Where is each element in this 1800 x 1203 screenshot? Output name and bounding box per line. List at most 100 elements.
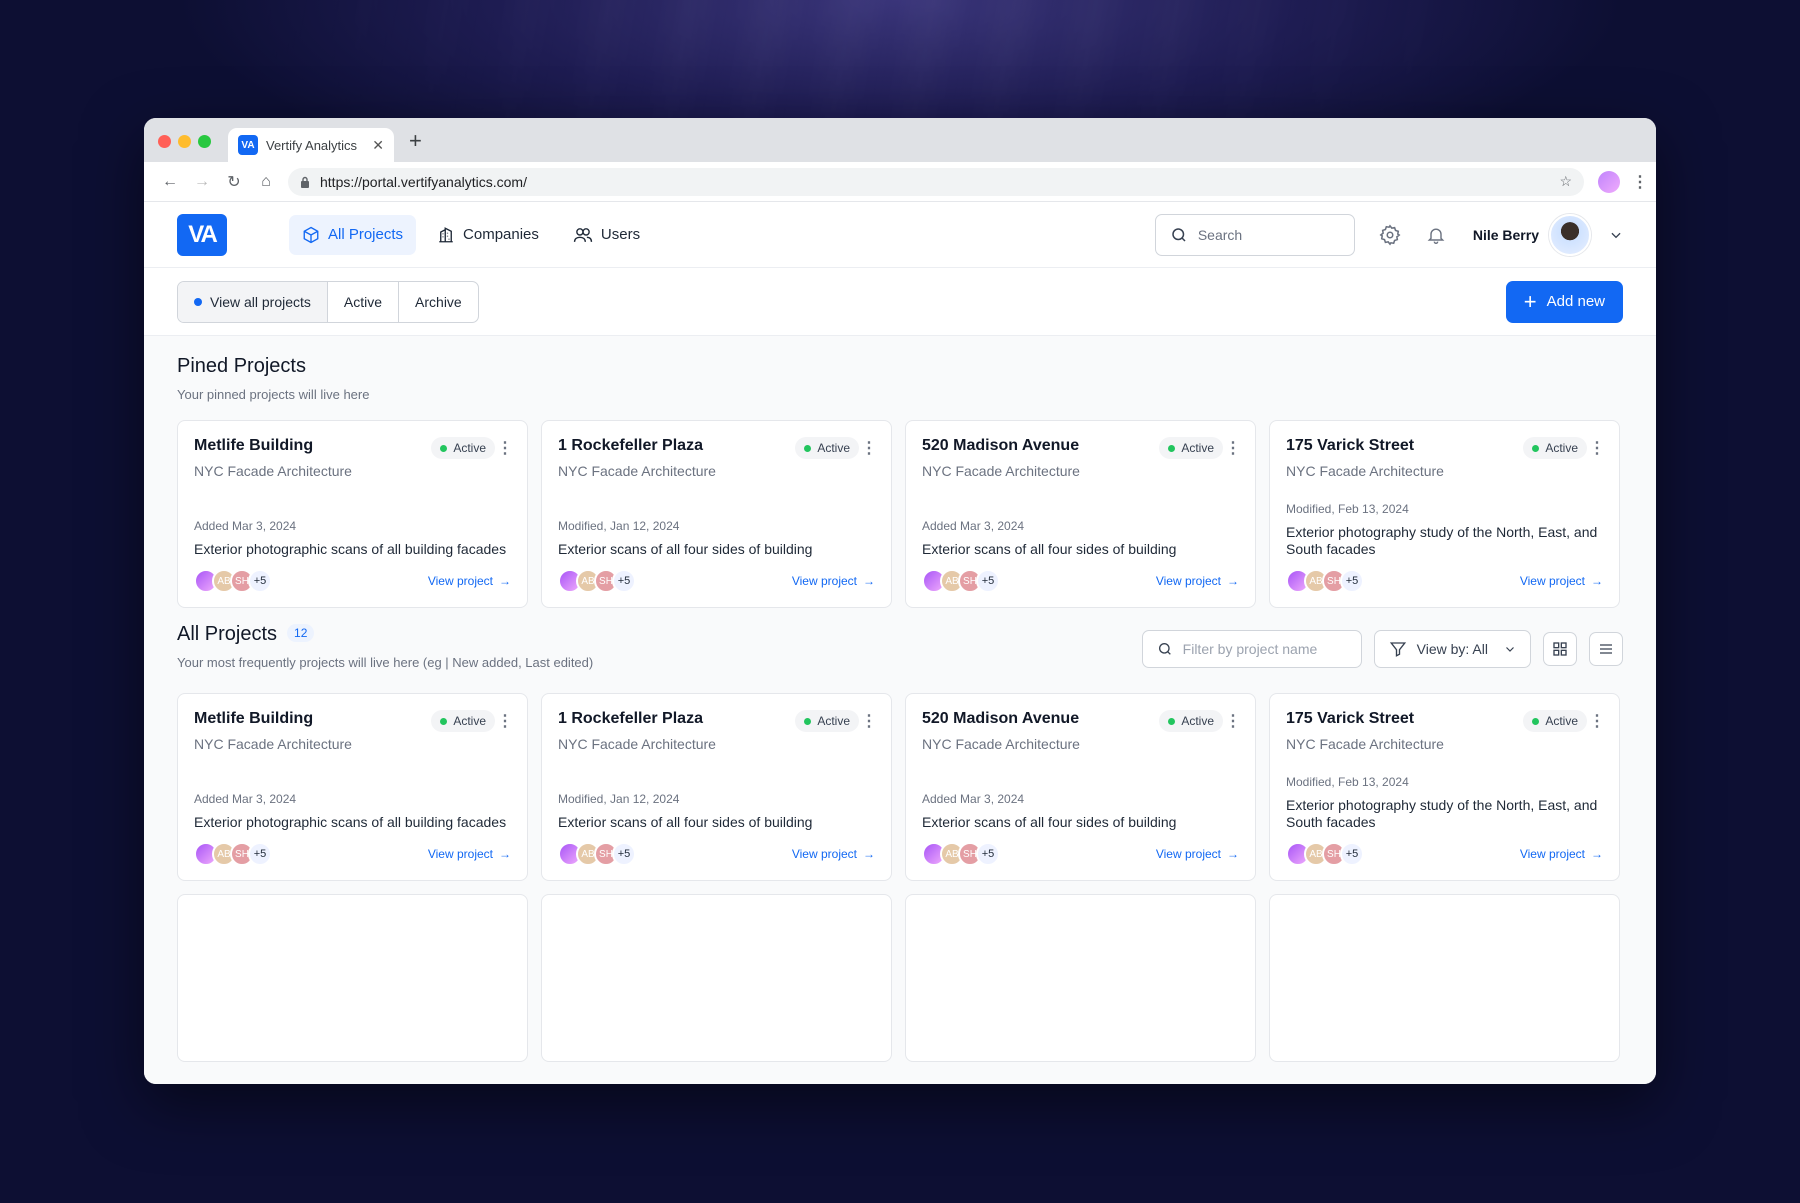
view-project-label: View project <box>791 847 857 861</box>
minimize-window-dot[interactable] <box>178 135 191 148</box>
status-label: Active <box>1181 441 1214 455</box>
app-header: VA All Projects Companies Users Search N… <box>144 202 1656 268</box>
close-window-dot[interactable] <box>158 135 171 148</box>
card-more-menu-icon[interactable]: ⋮ <box>497 711 513 731</box>
home-icon[interactable]: ⌂ <box>250 173 282 191</box>
company-name: NYC Facade Architecture <box>1286 736 1444 752</box>
user-avatar <box>1549 213 1591 256</box>
view-project-link[interactable]: View project → <box>792 847 875 861</box>
status-dot <box>804 717 812 725</box>
view-project-link[interactable]: View project → <box>1520 574 1603 588</box>
bookmark-star-icon[interactable]: ☆ <box>1559 173 1572 190</box>
status-label: Active <box>1545 714 1578 728</box>
view-by-dropdown[interactable]: View by: All <box>1373 630 1531 668</box>
view-project-label: View project <box>427 574 493 588</box>
card-meta: Added Mar 3, 2024 Exterior scans of all … <box>922 519 1239 558</box>
search-icon <box>1158 643 1171 655</box>
nav-label: Users <box>600 226 641 243</box>
card-more-menu-icon[interactable]: ⋮ <box>861 438 877 458</box>
card-more-menu-icon[interactable]: ⋮ <box>1589 711 1605 731</box>
tab-label: View all projects <box>210 293 311 310</box>
view-project-link[interactable]: View project → <box>428 847 511 861</box>
status-label: Active <box>817 441 850 455</box>
chevron-down-icon <box>1611 232 1621 238</box>
card-more-menu-icon[interactable]: ⋮ <box>1225 438 1241 458</box>
view-project-link[interactable]: View project → <box>792 574 875 588</box>
view-project-link[interactable]: View project → <box>1156 847 1239 861</box>
maximize-window-dot[interactable] <box>198 135 211 148</box>
tab-active[interactable]: Active <box>328 281 400 322</box>
project-card[interactable]: 520 Madison Avenue NYC Facade Architectu… <box>905 420 1256 608</box>
nav-users[interactable]: Users <box>560 215 653 255</box>
status-dot <box>1168 444 1176 452</box>
card-more-menu-icon[interactable]: ⋮ <box>497 438 513 458</box>
reload-icon[interactable]: ↻ <box>218 172 250 192</box>
project-description: Exterior scans of all four sides of buil… <box>558 541 813 557</box>
status-badge: Active <box>431 710 495 732</box>
nav-companies[interactable]: Companies <box>424 215 552 255</box>
card-more-menu-icon[interactable]: ⋮ <box>861 711 877 731</box>
status-label: Active <box>1545 441 1578 455</box>
add-new-label: Add new <box>1546 293 1605 310</box>
card-footer: AB SH +5 View project → <box>922 842 1239 866</box>
company-name: NYC Facade Architecture <box>1286 463 1444 479</box>
project-date: Added Mar 3, 2024 <box>922 519 1025 533</box>
close-tab-icon[interactable]: ✕ <box>372 137 384 154</box>
project-filters: Filter by project name View by: All <box>1141 630 1623 668</box>
status-dot <box>440 717 448 725</box>
app-logo[interactable]: VA <box>177 213 227 256</box>
project-card[interactable]: 175 Varick Street NYC Facade Architectur… <box>1269 420 1620 608</box>
project-card[interactable]: 520 Madison Avenue NYC Facade Architectu… <box>905 693 1256 881</box>
project-card[interactable]: 1 Rockefeller Plaza NYC Facade Architect… <box>541 693 892 881</box>
empty-project-card <box>1269 894 1620 1062</box>
building-icon <box>439 226 453 242</box>
list-view-button[interactable] <box>1589 632 1623 666</box>
tab-label: Archive <box>415 293 462 310</box>
main-nav: All Projects Companies Users <box>289 214 653 255</box>
forward-icon[interactable]: → <box>186 173 218 191</box>
user-menu[interactable]: Nile Berry <box>1473 213 1623 256</box>
card-footer: AB SH +5 View project → <box>194 842 511 866</box>
view-project-link[interactable]: View project → <box>1520 847 1603 861</box>
back-icon[interactable]: ← <box>154 173 186 191</box>
search-box[interactable]: Search <box>1154 213 1355 256</box>
project-card[interactable]: Metlife Building NYC Facade Architecture… <box>177 420 528 608</box>
filter-project-input[interactable]: Filter by project name <box>1141 630 1362 668</box>
project-card[interactable]: Metlife Building NYC Facade Architecture… <box>177 693 528 881</box>
project-card[interactable]: 175 Varick Street NYC Facade Architectur… <box>1269 693 1620 881</box>
more-members-count: +5 <box>1340 842 1364 866</box>
grid-view-button[interactable] <box>1543 632 1577 666</box>
nav-all-projects[interactable]: All Projects <box>289 214 417 255</box>
project-description: Exterior photographic scans of all build… <box>194 814 507 830</box>
company-name: NYC Facade Architecture <box>194 463 352 479</box>
view-project-link[interactable]: View project → <box>428 574 511 588</box>
more-members-count: +5 <box>976 569 1000 593</box>
card-more-menu-icon[interactable]: ⋮ <box>1225 711 1241 731</box>
tab-archive[interactable]: Archive <box>399 282 478 322</box>
project-description: Exterior scans of all four sides of buil… <box>922 814 1177 830</box>
status-badge: Active <box>1159 437 1223 459</box>
url-field[interactable]: https://portal.vertifyanalytics.com/ ☆ <box>288 167 1584 196</box>
project-card[interactable]: 1 Rockefeller Plaza NYC Facade Architect… <box>541 420 892 608</box>
all-projects-subtitle: Your most frequently projects will live … <box>177 655 594 670</box>
settings-button[interactable] <box>1367 224 1413 246</box>
card-meta: Modified, Feb 13, 2024 Exterior photogra… <box>1286 502 1603 558</box>
new-tab-icon[interactable]: + <box>409 128 422 154</box>
add-new-button[interactable]: + Add new <box>1505 280 1623 323</box>
notifications-button[interactable] <box>1413 224 1459 246</box>
project-count-badge: 12 <box>287 624 315 642</box>
empty-project-card <box>541 894 892 1062</box>
card-footer: AB SH +5 View project → <box>1286 569 1603 593</box>
browser-menu-icon[interactable]: ⋮ <box>1632 172 1648 192</box>
card-meta: Modified, Feb 13, 2024 Exterior photogra… <box>1286 775 1603 831</box>
project-date: Modified, Feb 13, 2024 <box>1286 775 1409 789</box>
browser-profile-avatar[interactable] <box>1598 170 1620 193</box>
member-avatars: AB SH +5 <box>558 842 636 866</box>
browser-window: VA Vertify Analytics ✕ + ← → ↻ ⌂ https:/… <box>144 118 1656 1084</box>
project-date: Modified, Jan 12, 2024 <box>558 519 680 533</box>
company-name: NYC Facade Architecture <box>922 463 1080 479</box>
browser-tab[interactable]: VA Vertify Analytics ✕ <box>228 128 394 162</box>
view-project-link[interactable]: View project → <box>1156 574 1239 588</box>
tab-view-all-projects[interactable]: View all projects <box>178 281 328 322</box>
card-more-menu-icon[interactable]: ⋮ <box>1589 438 1605 458</box>
